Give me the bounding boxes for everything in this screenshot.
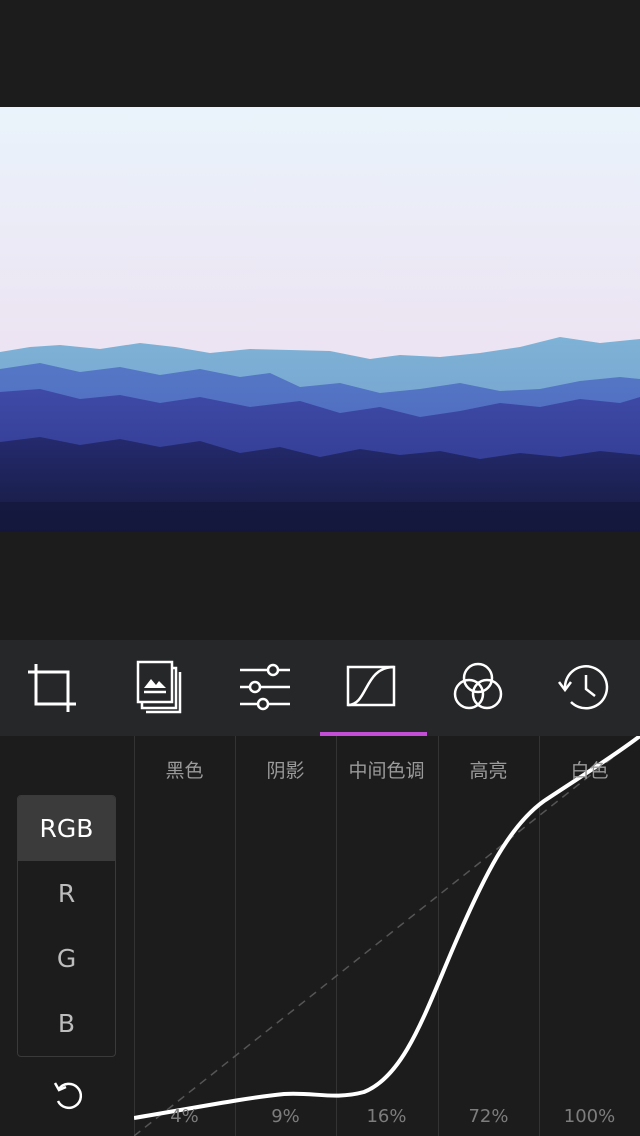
image-layers-tool-button[interactable] bbox=[108, 640, 208, 736]
tone-curve bbox=[134, 736, 640, 1120]
range-label-blacks: 黑色 bbox=[165, 760, 204, 782]
landscape-photo bbox=[0, 107, 640, 532]
curves-tool-button[interactable] bbox=[322, 640, 422, 736]
crop-tool-button[interactable] bbox=[2, 640, 102, 736]
curve-graph[interactable] bbox=[134, 736, 640, 1136]
history-tool-button[interactable] bbox=[535, 640, 635, 736]
color-circles-icon bbox=[453, 662, 503, 710]
adjust-tool-button[interactable] bbox=[215, 640, 315, 736]
reset-icon[interactable] bbox=[50, 1077, 86, 1113]
image-stack-icon bbox=[136, 660, 182, 714]
sliders-icon bbox=[240, 663, 290, 711]
range-label-midtones: 中间色调 bbox=[348, 760, 425, 782]
range-value-highlights: 72% bbox=[468, 1106, 509, 1127]
channel-g-button[interactable]: G bbox=[18, 926, 115, 991]
history-icon bbox=[558, 665, 609, 710]
channel-r-button[interactable]: R bbox=[18, 861, 115, 926]
channel-b-button[interactable]: B bbox=[18, 991, 115, 1056]
tool-bar bbox=[0, 640, 640, 736]
range-value-blacks: 4% bbox=[170, 1106, 199, 1127]
crop-icon bbox=[28, 664, 76, 712]
curve-icon bbox=[346, 665, 396, 707]
channel-selector: RGB R G B bbox=[17, 795, 116, 1057]
color-tool-button[interactable] bbox=[428, 640, 528, 736]
range-label-shadows: 阴影 bbox=[266, 760, 305, 782]
photo-canvas bbox=[0, 0, 640, 640]
range-value-whites: 100% bbox=[563, 1106, 616, 1127]
range-value-shadows: 9% bbox=[271, 1106, 300, 1127]
range-label-whites: 白色 bbox=[570, 760, 609, 782]
range-value-midtones: 16% bbox=[366, 1106, 407, 1127]
channel-rgb-button[interactable]: RGB bbox=[18, 796, 115, 861]
range-label-highlights: 高亮 bbox=[469, 760, 508, 782]
